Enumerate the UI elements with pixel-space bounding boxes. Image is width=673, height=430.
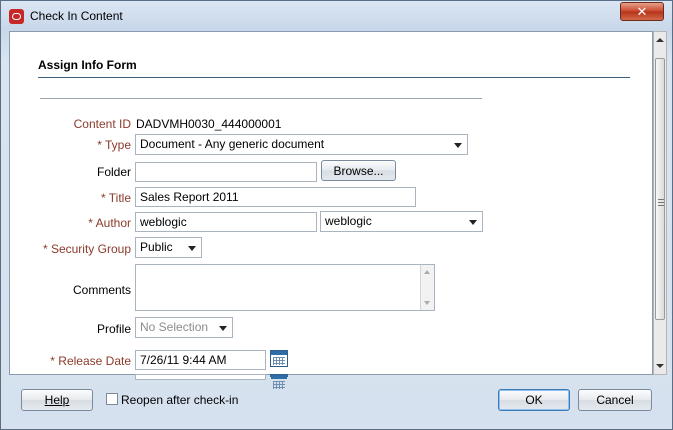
type-select[interactable]: Document - Any generic document: [135, 134, 468, 155]
vertical-scrollbar[interactable]: [653, 31, 667, 375]
oracle-logo-icon: [9, 9, 24, 24]
window-title: Check In Content: [30, 9, 123, 23]
type-label: * Type: [97, 138, 131, 152]
scroll-down-icon[interactable]: [656, 364, 664, 368]
folder-label: Folder: [96, 165, 131, 179]
form-panel: Assign Info Form Content ID DADVMH0030_4…: [9, 31, 653, 389]
browse-button[interactable]: Browse...: [321, 160, 396, 181]
title-input[interactable]: Sales Report 2011: [135, 187, 416, 207]
author-select-value: weblogic: [325, 214, 372, 228]
title-label: * Title: [100, 191, 131, 205]
profile-select[interactable]: No Selection: [135, 317, 233, 338]
scroll-up-icon: [424, 270, 430, 274]
form-separator: [40, 98, 482, 99]
security-group-select[interactable]: Public: [135, 237, 202, 258]
security-group-label: * Security Group: [42, 242, 131, 256]
author-label: * Author: [88, 216, 131, 230]
help-button[interactable]: Help: [21, 389, 93, 411]
title-bar: Check In Content ✕: [1, 1, 672, 31]
calendar-icon[interactable]: [270, 350, 288, 367]
comments-label: Comments: [72, 283, 131, 297]
scroll-thumb[interactable]: [655, 58, 665, 320]
author-select[interactable]: weblogic: [320, 211, 483, 232]
release-date-label: * Release Date: [50, 354, 131, 368]
author-input[interactable]: weblogic: [135, 212, 317, 232]
content-id-value: DADVMH0030_444000001: [136, 117, 282, 131]
reopen-checkbox[interactable]: [106, 393, 118, 405]
scroll-down-icon: [424, 301, 430, 305]
profile-select-value: No Selection: [140, 320, 209, 334]
scroll-up-icon[interactable]: [656, 38, 664, 42]
grip-icon: [658, 199, 664, 206]
chevron-down-icon: [469, 220, 477, 225]
type-select-value: Document - Any generic document: [140, 137, 325, 151]
chevron-down-icon: [454, 143, 462, 148]
chevron-down-icon: [219, 326, 227, 331]
content-id-label: Content ID: [73, 117, 131, 131]
expiration-date-input[interactable]: [135, 374, 266, 380]
release-date-input[interactable]: 7/26/11 9:44 AM: [135, 350, 266, 370]
chevron-down-icon: [188, 246, 196, 251]
reopen-label: Reopen after check-in: [121, 393, 239, 407]
comments-scrollbar[interactable]: [420, 265, 434, 310]
close-button[interactable]: ✕: [620, 2, 664, 21]
check-in-content-dialog: Check In Content ✕ Assign Info Form Cont…: [0, 0, 673, 430]
form-header: Assign Info Form: [38, 58, 630, 78]
comments-textarea[interactable]: [135, 264, 435, 311]
calendar-icon[interactable]: [270, 374, 288, 389]
profile-label: Profile: [96, 322, 131, 336]
security-group-select-value: Public: [140, 240, 173, 254]
form-title: Assign Info Form: [38, 58, 137, 72]
cancel-button[interactable]: Cancel: [578, 389, 652, 411]
folder-input[interactable]: [135, 162, 317, 182]
ok-button[interactable]: OK: [498, 389, 570, 411]
